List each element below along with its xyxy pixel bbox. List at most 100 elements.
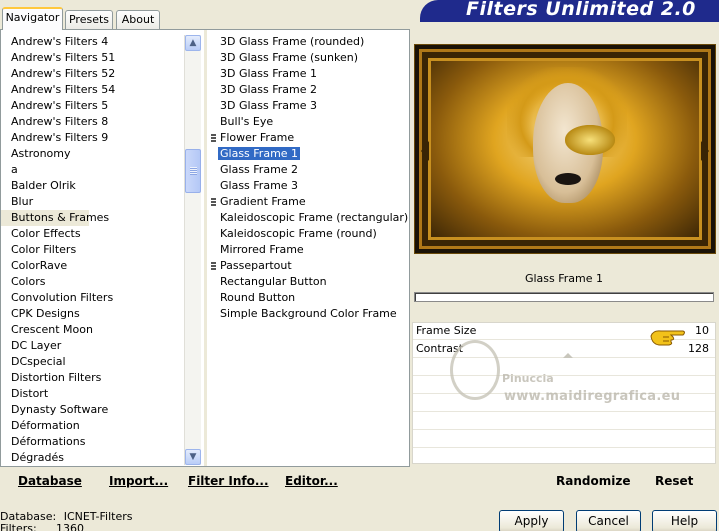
category-item[interactable]: a xyxy=(1,162,184,178)
category-item[interactable]: Crescent Moon xyxy=(1,322,184,338)
database-button[interactable]: Database xyxy=(18,474,82,488)
filter-item[interactable]: 3D Glass Frame 1 xyxy=(209,66,409,82)
filter-item-label: Glass Frame 3 xyxy=(220,179,299,192)
frame-right-arrow-icon xyxy=(701,141,709,161)
editor-button[interactable]: Editor... xyxy=(285,474,338,488)
filter-item[interactable]: Glass Frame 3 xyxy=(209,178,409,194)
filter-item[interactable]: Kaleidoscopic Frame (rectangular) xyxy=(209,210,409,226)
preview-lips xyxy=(555,173,581,185)
filter-item-label: Round Button xyxy=(220,291,296,304)
watermark-url: www.maidiregrafica.eu xyxy=(504,389,681,404)
import-button[interactable]: Import... xyxy=(109,474,168,488)
category-item[interactable]: Andrew's Filters 52 xyxy=(1,66,184,82)
scroll-down-button[interactable]: ▼ xyxy=(185,449,201,465)
app-title: Filters Unlimited 2.0 xyxy=(466,0,696,20)
filter-item-label: 3D Glass Frame 3 xyxy=(220,99,318,112)
category-item[interactable]: Convolution Filters xyxy=(1,290,184,306)
filter-item[interactable]: Gradient Frame xyxy=(209,194,409,210)
current-filter-name: Glass Frame 1 xyxy=(524,272,604,285)
scroll-up-button[interactable]: ▲ xyxy=(185,35,201,51)
param-value[interactable]: 10 xyxy=(695,324,709,337)
filter-item[interactable]: 3D Glass Frame (rounded) xyxy=(209,34,409,50)
grip-icon xyxy=(211,262,216,271)
filter-item[interactable]: Passepartout xyxy=(209,258,409,274)
navigator-button-bar: Database Import... Filter Info... Editor… xyxy=(0,470,410,492)
category-item[interactable]: Buttons & Frames xyxy=(1,210,109,226)
category-item[interactable]: Dynasty Software xyxy=(1,402,184,418)
grip-icon xyxy=(190,167,197,175)
param-value[interactable]: 128 xyxy=(688,342,709,355)
filter-item-label: Mirrored Frame xyxy=(220,243,304,256)
category-item[interactable]: Andrew's Filters 8 xyxy=(1,114,184,130)
tab-navigator[interactable]: Navigator xyxy=(2,7,63,30)
navigator-panel: Andrew's Filters 4 Andrew's Filters 51 And… xyxy=(0,29,410,467)
filter-info-button[interactable]: Filter Info... xyxy=(188,474,269,488)
slider-marker-icon xyxy=(563,353,573,358)
category-item[interactable]: Andrew's Filters 4 xyxy=(1,34,184,50)
filter-item-label: Gradient Frame xyxy=(220,195,306,208)
category-scrollbar[interactable]: ▲ ▼ xyxy=(184,35,201,465)
category-item[interactable]: Déformations xyxy=(1,434,184,450)
randomize-button[interactable]: Randomize xyxy=(556,474,630,488)
filter-item-label: Glass Frame 1 xyxy=(218,147,301,160)
filter-item-label: 3D Glass Frame 1 xyxy=(220,67,318,80)
reset-button[interactable]: Reset xyxy=(655,474,693,488)
category-item[interactable]: Colors xyxy=(1,274,184,290)
filter-item-label: Simple Background Color Frame xyxy=(220,307,397,320)
filter-item[interactable]: Bull's Eye xyxy=(209,114,409,130)
category-item[interactable]: Balder Olrik xyxy=(1,178,184,194)
category-item[interactable]: Déformation xyxy=(1,418,184,434)
filter-item-label: 3D Glass Frame 2 xyxy=(220,83,318,96)
cancel-button[interactable]: Cancel xyxy=(576,510,641,531)
frame-left-arrow-icon xyxy=(421,141,429,161)
preview-gold-mask xyxy=(565,125,615,155)
pointing-hand-icon xyxy=(650,330,685,346)
filter-item[interactable]: 3D Glass Frame (sunken) xyxy=(209,50,409,66)
filter-item[interactable]: Glass Frame 2 xyxy=(209,162,409,178)
category-item[interactable]: Distortion Filters xyxy=(1,370,184,386)
filter-item-label: Flower Frame xyxy=(220,131,295,144)
tab-presets[interactable]: Presets xyxy=(65,10,113,29)
help-button[interactable]: Help xyxy=(652,510,717,531)
category-item[interactable]: ColorRave xyxy=(1,258,184,274)
filter-item[interactable]: 3D Glass Frame 2 xyxy=(209,82,409,98)
filter-item-label: 3D Glass Frame (sunken) xyxy=(220,51,358,64)
filter-preview xyxy=(414,44,716,254)
category-item[interactable]: Color Filters xyxy=(1,242,184,258)
filter-progress-box xyxy=(414,292,714,302)
category-item[interactable]: Andrew's Filters 54 xyxy=(1,82,184,98)
filter-item-label: 3D Glass Frame (rounded) xyxy=(220,35,365,48)
apply-button[interactable]: Apply xyxy=(499,510,564,531)
tab-bar: Navigator Presets About xyxy=(0,0,410,30)
category-list[interactable]: Andrew's Filters 4 Andrew's Filters 51 And… xyxy=(1,34,184,466)
filter-item[interactable]: Glass Frame 1 xyxy=(209,146,409,162)
status-filters-value: 1360 xyxy=(56,522,84,531)
filter-item[interactable]: Kaleidoscopic Frame (round) xyxy=(209,226,409,242)
param-label: Frame Size xyxy=(416,324,477,337)
filter-item[interactable]: Rectangular Button xyxy=(209,274,409,290)
category-item[interactable]: DCspecial xyxy=(1,354,184,370)
category-item[interactable]: CPK Designs xyxy=(1,306,184,322)
filter-item[interactable]: Round Button xyxy=(209,290,409,306)
param-empty-row xyxy=(413,431,715,448)
category-item[interactable]: Distort xyxy=(1,386,184,402)
category-item[interactable]: Color Effects xyxy=(1,226,184,242)
category-item[interactable]: Dégradés xyxy=(1,450,184,466)
category-item[interactable]: DC Layer xyxy=(1,338,184,354)
filter-item[interactable]: Simple Background Color Frame xyxy=(209,306,409,322)
filter-item[interactable]: Flower Frame xyxy=(209,130,409,146)
watermark-logo-icon xyxy=(450,340,500,400)
category-item[interactable]: Andrew's Filters 51 xyxy=(1,50,184,66)
tab-about[interactable]: About xyxy=(116,10,160,29)
category-item[interactable]: Blur xyxy=(1,194,184,210)
filter-list[interactable]: 3D Glass Frame (rounded) 3D Glass Frame (… xyxy=(209,34,409,322)
param-empty-row xyxy=(413,413,715,430)
category-item[interactable]: Andrew's Filters 9 xyxy=(1,130,184,146)
filter-item[interactable]: Mirrored Frame xyxy=(209,242,409,258)
grip-icon xyxy=(211,198,216,207)
category-item[interactable]: Andrew's Filters 5 xyxy=(1,98,184,114)
scroll-thumb[interactable] xyxy=(185,149,201,193)
filter-item[interactable]: 3D Glass Frame 3 xyxy=(209,98,409,114)
list-divider xyxy=(204,30,207,466)
category-item[interactable]: Astronomy xyxy=(1,146,184,162)
